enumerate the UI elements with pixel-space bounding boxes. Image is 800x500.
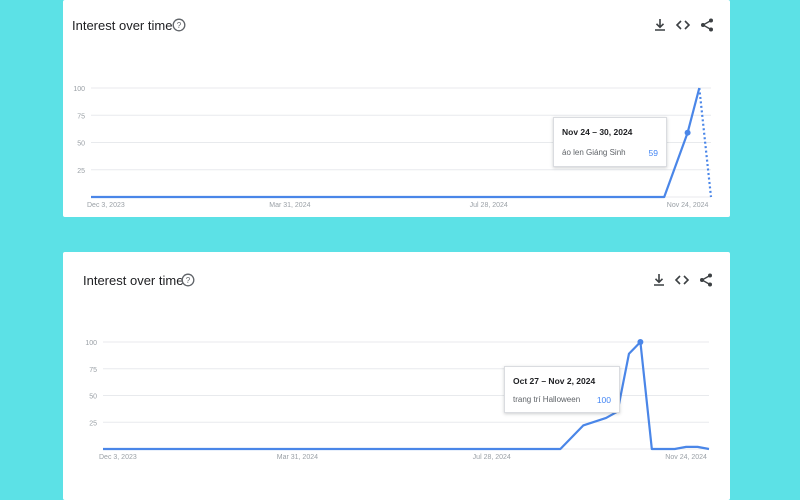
y-tick-label: 25	[89, 420, 97, 427]
tooltip-date: Nov 24 – 30, 2024	[562, 127, 633, 137]
x-tick-label: Jul 28, 2024	[470, 202, 508, 209]
x-tick-label: Mar 31, 2024	[269, 202, 310, 209]
interest-chart-2: 100 75 50 25 Dec 3, 2023 Mar 31, 2024 Jul 28, …	[85, 339, 710, 461]
x-tick-label: Nov 24, 2024	[667, 202, 709, 209]
x-tick-label: Nov 24, 2024	[665, 454, 707, 461]
tooltip-value: 100	[596, 395, 611, 405]
y-tick-label: 50	[89, 394, 97, 401]
y-tick-label: 50	[77, 141, 85, 148]
x-tick-label: Dec 3, 2023	[87, 202, 125, 209]
y-tick-label: 100	[85, 340, 97, 347]
x-tick-label: Mar 31, 2024	[277, 454, 318, 461]
chart-tooltip: Nov 24 – 30, 2024 áo len Giáng Sinh 59	[553, 117, 667, 167]
highlight-point	[637, 339, 644, 345]
y-tick-label: 75	[89, 367, 97, 374]
tooltip-value: 59	[648, 148, 658, 158]
y-tick-label: 75	[77, 113, 85, 120]
tooltip-term: trang trí Halloween	[513, 395, 581, 404]
x-tick-label: Jul 28, 2024	[473, 454, 511, 461]
x-tick-label: Dec 3, 2023	[99, 454, 137, 461]
tooltip-date: Oct 27 – Nov 2, 2024	[513, 376, 596, 386]
interest-over-time-card-1: Interest over time ? 100 75 50 25 Dec 3, 202…	[63, 0, 730, 217]
interest-over-time-card-2: Interest over time ? 100 75 50 25 Dec 3, 202…	[63, 252, 730, 500]
highlight-point	[684, 129, 691, 136]
interest-chart-1: 100 75 50 25 Dec 3, 2023 Mar 31, 2024 Jul 28, …	[73, 86, 713, 209]
chart-tooltip: Oct 27 – Nov 2, 2024 trang trí Halloween…	[504, 366, 620, 413]
y-tick-label: 100	[73, 86, 85, 93]
y-tick-label: 25	[77, 168, 85, 175]
tooltip-term: áo len Giáng Sinh	[562, 148, 626, 157]
